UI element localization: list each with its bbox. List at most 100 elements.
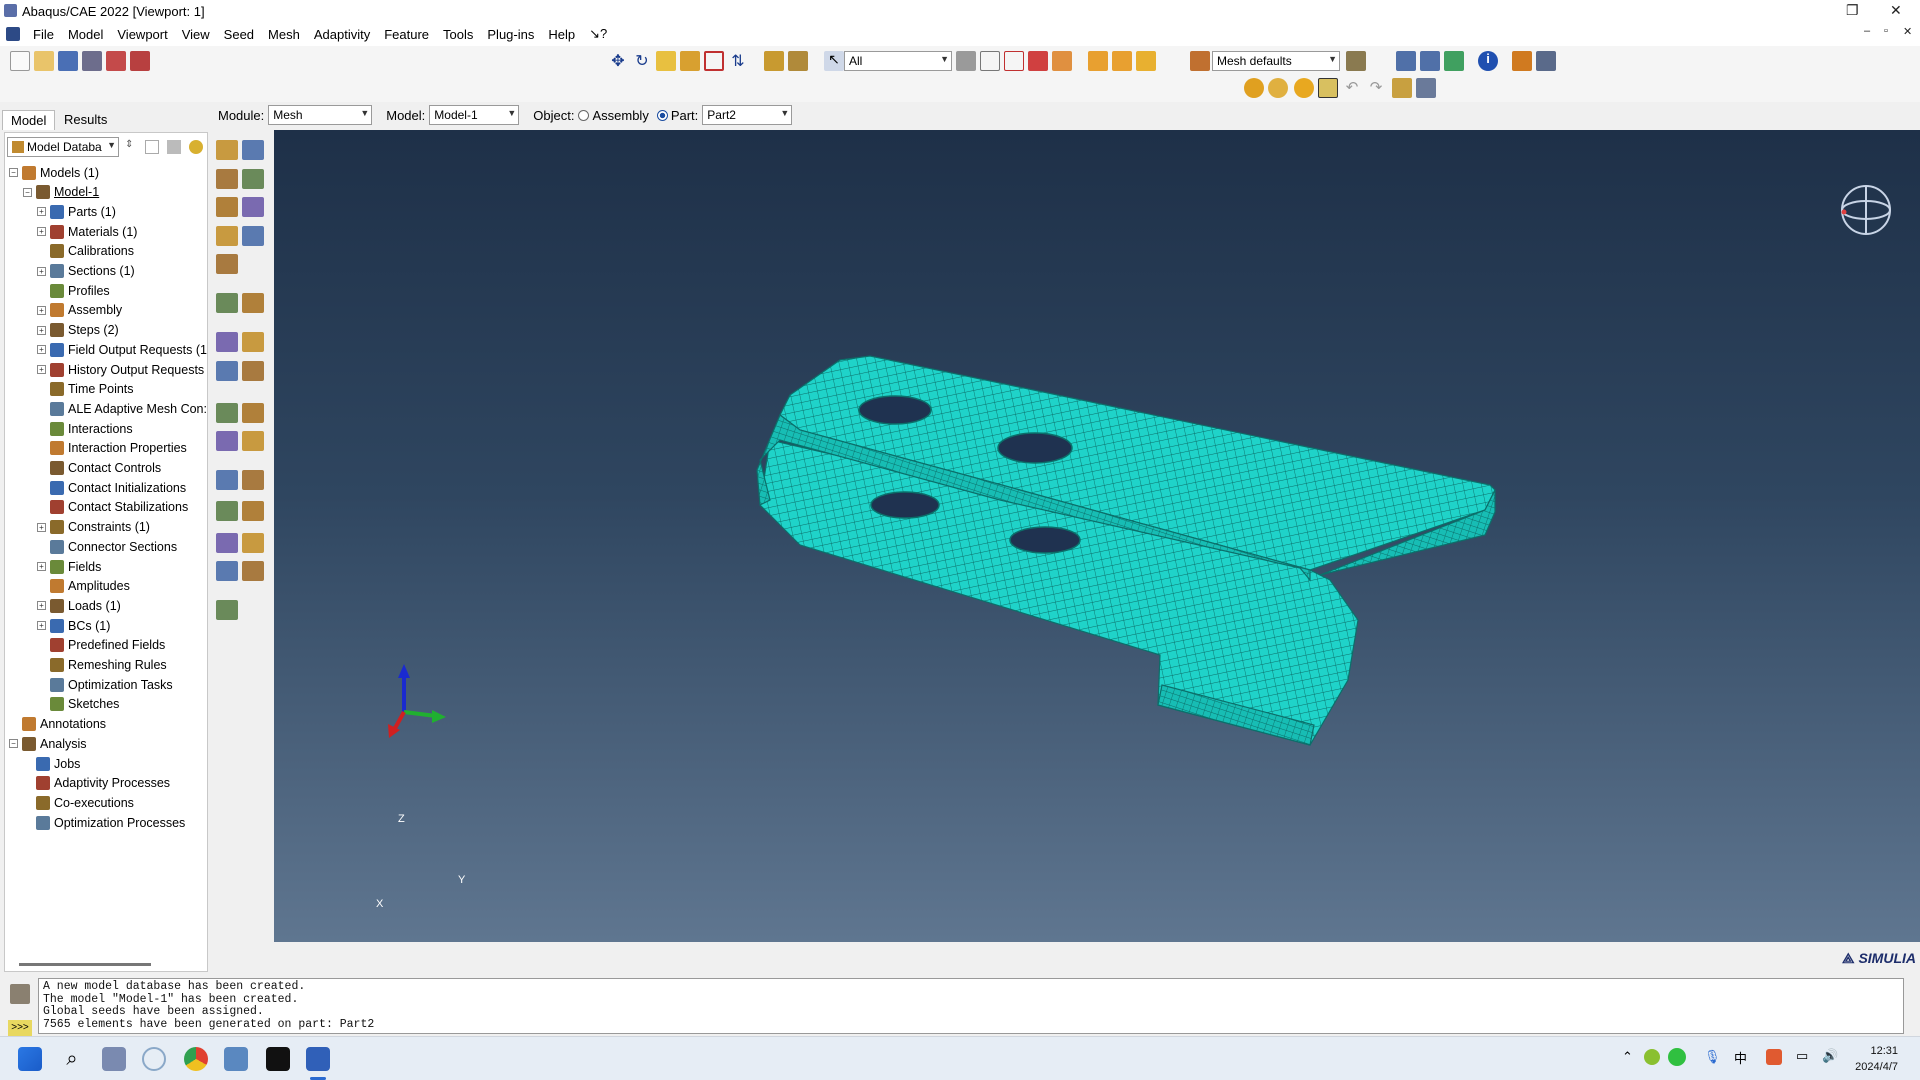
menu-viewport[interactable]: Viewport [110, 27, 174, 42]
app-icon-3[interactable] [224, 1047, 248, 1071]
view-manipulator-icon[interactable] [1832, 180, 1912, 240]
verify-mesh-icon[interactable] [216, 532, 238, 553]
tree-item[interactable]: + Steps (2) [37, 321, 119, 340]
tree-item[interactable]: + Materials (1) [37, 222, 137, 241]
mesh-defaults-select[interactable]: Mesh defaults ▼ [1212, 51, 1340, 71]
auto-fit-icon[interactable] [704, 51, 724, 71]
taskbar-clock[interactable]: 12:31 2024/4/7 [1855, 1043, 1898, 1075]
tray-app-icon-3[interactable] [1766, 1049, 1782, 1065]
tree-item[interactable]: Predefined Fields [37, 636, 165, 655]
tree-item[interactable]: Contact Initializations [37, 478, 186, 497]
cycle-views-icon[interactable]: ⇅ [728, 51, 748, 71]
tree-item[interactable]: + Assembly [37, 301, 122, 320]
mesh-hole-1[interactable] [858, 395, 932, 425]
query-icon[interactable] [764, 51, 784, 71]
tree-item[interactable]: Optimization Tasks [37, 675, 173, 694]
select-region-icon[interactable] [980, 51, 1000, 71]
datum-point-icon[interactable] [242, 293, 264, 314]
expand-node-icon[interactable]: + [37, 207, 46, 217]
redo-icon[interactable]: ↷ [1366, 78, 1386, 98]
expand-node-icon[interactable]: + [37, 325, 46, 335]
chrome-icon[interactable] [184, 1047, 208, 1071]
network-icon[interactable]: ▭ [1796, 1048, 1808, 1064]
create-set-icon[interactable] [216, 402, 238, 423]
mesh-hole-3[interactable] [870, 491, 940, 519]
tray-app-icon-2[interactable] [1668, 1048, 1686, 1066]
view-iso-icon[interactable] [1088, 51, 1108, 71]
collapse-node-icon[interactable]: − [23, 187, 32, 197]
tree-item[interactable]: Contact Controls [37, 459, 161, 478]
tree-item[interactable]: + Loads (1) [37, 596, 121, 615]
expand-node-icon[interactable]: + [37, 601, 46, 611]
message-area-icon[interactable] [10, 984, 30, 1004]
tree-item[interactable]: Time Points [37, 380, 134, 399]
menu-tools[interactable]: Tools [436, 27, 480, 42]
box-zoom-icon[interactable] [680, 51, 700, 71]
mesh-controls-icon[interactable] [216, 168, 238, 189]
selection-filter-select[interactable]: All ▼ [844, 51, 952, 71]
search-icon[interactable]: ⌕ [60, 1047, 84, 1071]
menu-file[interactable]: File [26, 27, 61, 42]
tree-item[interactable]: Jobs [23, 754, 80, 773]
tree-item[interactable]: ALE Adaptive Mesh Con: [37, 399, 207, 418]
selection-options-icon[interactable] [956, 51, 976, 71]
tray-app-icon-1[interactable] [1644, 1049, 1660, 1065]
menu-model[interactable]: Model [61, 27, 110, 42]
menu-plugins[interactable]: Plug-ins [480, 27, 541, 42]
tree-item[interactable]: − Model-1 [23, 183, 99, 202]
assembly-radio[interactable] [578, 109, 590, 121]
tree-item[interactable]: + History Output Requests [37, 360, 204, 379]
undo-icon[interactable]: ↶ [1342, 78, 1362, 98]
tree-item[interactable]: Remeshing Rules [37, 656, 167, 675]
mesh-hole-2[interactable] [997, 432, 1073, 464]
part-select[interactable]: Part2 ▼ [702, 105, 793, 125]
mesh-part-view[interactable] [274, 130, 1920, 942]
verify-mesh-icon[interactable] [242, 197, 264, 218]
menu-app-icon[interactable] [6, 27, 20, 41]
abaqus-taskbar-icon[interactable] [306, 1047, 330, 1071]
tree-item[interactable]: Optimization Processes [23, 813, 185, 832]
view-front-icon[interactable] [1112, 51, 1132, 71]
restore-doc-icon[interactable]: ▫ [1884, 25, 1888, 37]
visibility-icon-2[interactable] [1268, 78, 1288, 98]
expand-node-icon[interactable]: + [37, 227, 46, 237]
query-mesh-icon[interactable] [216, 293, 238, 314]
virtual-topology-icon[interactable] [216, 561, 238, 582]
close-window-icon[interactable]: ✕ [1890, 2, 1902, 19]
part-radio[interactable] [656, 109, 668, 121]
model-select[interactable]: Model-1 ▼ [429, 105, 520, 125]
windows-start-icon[interactable] [18, 1047, 42, 1071]
datum-plane-icon[interactable] [242, 332, 264, 353]
expand-node-icon[interactable]: + [37, 621, 46, 631]
tree-item[interactable]: Annotations [9, 715, 106, 734]
layout-icon[interactable] [1536, 51, 1556, 71]
seed-part-icon[interactable] [242, 431, 264, 452]
viewport[interactable]: Z Y X [274, 130, 1920, 942]
save-icon[interactable] [58, 51, 78, 71]
edit-mesh-icon[interactable] [216, 254, 238, 275]
tree-item[interactable]: Calibrations [37, 242, 134, 261]
tree-item[interactable]: Adaptivity Processes [23, 774, 170, 793]
tree-item[interactable]: − Models (1) [9, 163, 99, 182]
refresh-icon[interactable] [242, 402, 264, 423]
info-icon[interactable]: i [1478, 51, 1498, 71]
tree-item[interactable]: + Field Output Requests (1 [37, 340, 207, 359]
export-icon[interactable] [106, 51, 126, 71]
tab-results[interactable]: Results [56, 110, 115, 130]
element-type-icon[interactable] [216, 501, 238, 522]
tree-item[interactable]: Contact Stabilizations [37, 498, 188, 517]
tab-model[interactable]: Model [2, 110, 56, 130]
menu-adaptivity[interactable]: Adaptivity [307, 27, 377, 42]
highlight-icon[interactable] [1052, 51, 1072, 71]
mesh-hole-4[interactable] [1009, 526, 1081, 554]
tray-chevron-icon[interactable]: ⌃ [1622, 1049, 1633, 1065]
tree-item[interactable]: Connector Sections [37, 537, 177, 556]
mesh-part-icon[interactable] [216, 197, 238, 218]
tree-scrollbar[interactable] [19, 963, 151, 966]
tree-item[interactable]: + Constraints (1) [37, 518, 150, 537]
close-doc-icon[interactable]: ✕ [1903, 25, 1912, 38]
menu-view[interactable]: View [175, 27, 217, 42]
rotate-icon[interactable]: ↻ [632, 51, 652, 71]
tree-item[interactable]: + Sections (1) [37, 262, 135, 281]
assign-orientation-icon[interactable] [242, 361, 264, 381]
